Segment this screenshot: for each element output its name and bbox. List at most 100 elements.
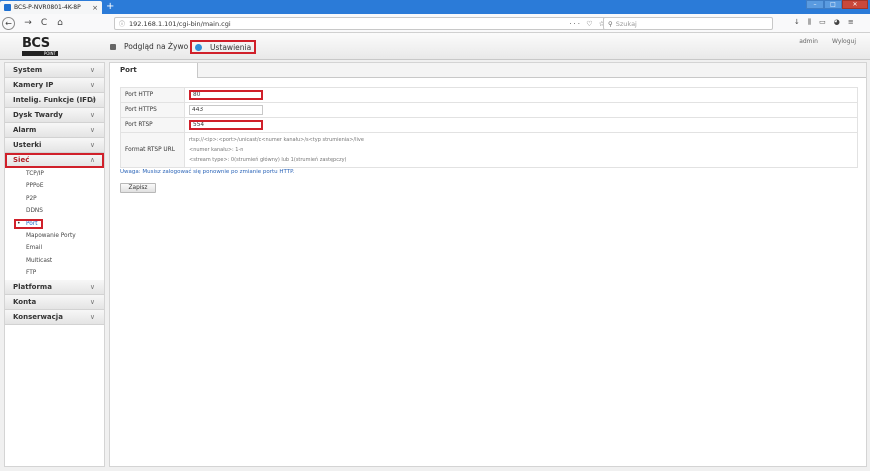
new-tab-button[interactable]: + — [106, 1, 114, 13]
sidebar-sub-port-mapping[interactable]: Mapowanie Porty — [5, 230, 104, 242]
sidebar-item-smart-functions[interactable]: Intelig. Funkcje (IFD) ∨ — [5, 93, 104, 108]
chevron-down-icon: ∨ — [89, 297, 95, 306]
tab-strip: Port — [110, 63, 866, 78]
home-button[interactable]: ⌂ — [54, 17, 66, 30]
nav-settings-label: Ustawienia — [210, 42, 252, 52]
bcs-logo: BCS POINT — [22, 36, 58, 56]
chevron-down-icon: ∨ — [89, 111, 95, 119]
chevron-down-icon: ∨ — [89, 66, 95, 74]
chevron-up-icon: ∧ — [89, 156, 95, 164]
favicon-icon — [4, 4, 11, 11]
url-text[interactable]: 192.168.1.101/cgi-bin/main.cgi — [129, 20, 231, 28]
sidebar-sub-multicast[interactable]: Multicast — [5, 255, 104, 267]
nav-settings[interactable]: Ustawienia — [190, 40, 257, 54]
chevron-down-icon: ∨ — [89, 282, 95, 291]
sidebar-item-label: Konta — [13, 297, 37, 306]
sidebar-item-accounts[interactable]: Konta ∨ — [5, 294, 104, 310]
browser-tab[interactable]: BCS-P-NVR0801-4K-8P × — [0, 1, 102, 14]
sidebar-item-alarm[interactable]: Alarm ∨ — [5, 123, 104, 138]
sidebar-item-label: Sieć — [13, 156, 30, 164]
chevron-down-icon: ∨ — [89, 81, 95, 89]
http-port-label: Port HTTP — [121, 88, 185, 102]
gear-icon — [195, 43, 202, 51]
sidebar-sub-email[interactable]: Email — [5, 242, 104, 254]
sidebar-item-label: Alarm — [13, 126, 37, 134]
sidebar-item-label: System — [13, 66, 43, 74]
sidebar-item-label: Konserwacja — [13, 312, 63, 321]
chevron-down-icon: ∨ — [89, 141, 95, 149]
user-area: admin Wyloguj — [799, 38, 856, 45]
sidebar-item-label: Intelig. Funkcje (IFD) — [13, 96, 96, 104]
save-button[interactable]: Zapisz — [120, 183, 156, 193]
logout-link[interactable]: Wyloguj — [832, 38, 856, 45]
logo-sub: POINT — [22, 51, 58, 56]
sidebar-item-network[interactable]: Sieć ∧ — [5, 153, 104, 168]
chevron-down-icon: ∨ — [89, 312, 95, 321]
reload-button[interactable]: C — [38, 17, 50, 30]
forward-button[interactable]: → — [22, 17, 34, 30]
rtsp-url-stream-type: <stream type>: 0(strumień główny) lub 1(… — [189, 157, 347, 163]
maximize-button[interactable]: □ — [824, 0, 842, 9]
bookmark-icon[interactable]: ··· ♡ ☆ — [569, 20, 607, 28]
sidebar-item-label: Platforma — [13, 282, 52, 291]
https-port-label: Port HTTPS — [121, 103, 185, 117]
monitor-icon — [110, 43, 116, 50]
sidebar-item-label: Kamery IP — [13, 81, 54, 89]
nav-live-label: Podgląd na Żywo — [124, 42, 189, 51]
main-panel: Port Port HTTP Port HTTPS Port RTSP Form… — [109, 62, 867, 467]
minimize-button[interactable]: – — [806, 0, 824, 9]
library-icon[interactable]: ⫼ — [808, 18, 811, 27]
http-port-input[interactable] — [189, 90, 263, 100]
relogin-note: Uwaga: Musisz zalogować się ponownie po … — [120, 169, 295, 175]
app-header: BCS POINT Podgląd na Żywo Ustawienia adm… — [0, 33, 870, 60]
sidebar-item-faults[interactable]: Usterki ∨ — [5, 138, 104, 153]
extension-icon[interactable]: ◕ — [834, 18, 840, 27]
window-close-button[interactable]: ✕ — [842, 0, 868, 9]
browser-tab-title: BCS-P-NVR0801-4K-8P — [14, 4, 81, 11]
window-controls: – □ ✕ — [806, 0, 868, 9]
sidebar-sub-p2p[interactable]: P2P — [5, 193, 104, 205]
sidebar-icon[interactable]: ▭ — [819, 18, 826, 27]
rtsp-port-label: Port RTSP — [121, 118, 185, 132]
chevron-down-icon: ∨ — [89, 126, 95, 134]
toolbar-icons: ↓ ⫼ ▭ ◕ ≡ — [794, 18, 854, 27]
form-row-https: Port HTTPS — [120, 102, 858, 117]
sidebar-item-label: Dysk Twardy — [13, 111, 63, 119]
chevron-down-icon: ∨ — [89, 96, 95, 104]
form-row-rtsp: Port RTSP — [120, 117, 858, 132]
browser-nav-bar: ← → C ⌂ ⓘ 192.168.1.101/cgi-bin/main.cgi… — [0, 14, 870, 33]
search-input[interactable]: ⚲ Szukaj — [603, 17, 773, 30]
rtsp-port-input[interactable] — [189, 120, 263, 130]
form-row-http: Port HTTP — [120, 87, 858, 102]
username: admin — [799, 38, 818, 45]
rtsp-url-label: Format RTSP URL — [121, 133, 185, 167]
sidebar-item-platform[interactable]: Platforma ∨ — [5, 279, 104, 295]
sidebar-item-label: Usterki — [13, 141, 42, 149]
logo-text: BCS — [22, 36, 50, 51]
rtsp-url-channel: <numer kanału>: 1-n — [189, 147, 244, 153]
sidebar-sub-tcpip[interactable]: TCP/IP — [5, 168, 104, 180]
close-icon[interactable]: × — [92, 4, 98, 12]
sidebar-item-system[interactable]: System ∨ — [5, 63, 104, 78]
sidebar-sub-pppoe[interactable]: PPPoE — [5, 180, 104, 192]
info-icon[interactable]: ⓘ — [119, 19, 125, 28]
menu-icon[interactable]: ≡ — [848, 18, 854, 27]
sidebar: System ∨ Kamery IP ∨ Intelig. Funkcje (IFD… — [4, 62, 105, 467]
form-row-rtsp-url: Format RTSP URL rtsp://<ip>:<port>/unica… — [120, 132, 858, 168]
back-button[interactable]: ← — [2, 17, 15, 30]
sidebar-sub-port[interactable]: • Port — [5, 218, 104, 230]
sidebar-sub-ddns[interactable]: DDNS — [5, 205, 104, 217]
rtsp-url-format: rtsp://<ip>:<port>/unicast/c<numer kanał… — [189, 137, 364, 143]
https-port-input[interactable] — [189, 105, 263, 115]
search-placeholder: Szukaj — [615, 19, 637, 28]
port-form: Port HTTP Port HTTPS Port RTSP Format RT… — [120, 87, 858, 168]
download-icon[interactable]: ↓ — [794, 18, 800, 27]
sidebar-item-ip-cameras[interactable]: Kamery IP ∨ — [5, 78, 104, 93]
sidebar-sub-ftp[interactable]: FTP — [5, 267, 104, 279]
bullet-icon: • — [17, 219, 21, 227]
sidebar-item-hard-disk[interactable]: Dysk Twardy ∨ — [5, 108, 104, 123]
tab-port[interactable]: Port — [110, 63, 198, 78]
sidebar-item-maintenance[interactable]: Konserwacja ∨ — [5, 309, 104, 325]
nav-live-view[interactable]: Podgląd na Żywo — [110, 42, 188, 51]
url-bar[interactable]: ⓘ 192.168.1.101/cgi-bin/main.cgi ··· ♡ ☆ — [114, 17, 612, 30]
